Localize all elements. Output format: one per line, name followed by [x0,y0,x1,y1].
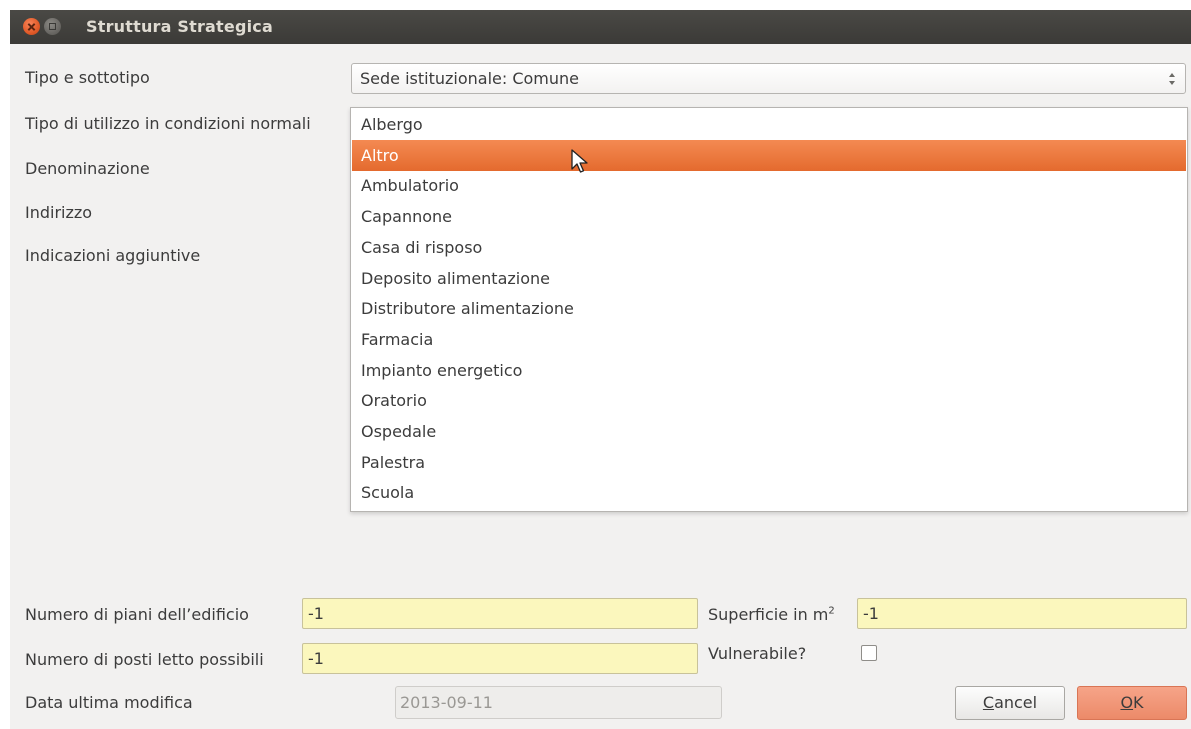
tipo-label: Tipo e sottotipo [25,68,150,87]
indirizzo-label: Indirizzo [25,203,93,222]
dropdown-option[interactable]: Altro [352,139,1186,171]
data-ultima-modifica-field: 2013-09-11 [395,686,722,719]
updown-arrows-icon [1167,71,1177,87]
indicazioni-label: Indicazioni aggiuntive [25,246,201,265]
dropdown-option[interactable]: Ospedale [352,416,1186,447]
denominazione-label: Denominazione [25,159,150,178]
dropdown-option[interactable]: Ambulatorio [352,170,1186,201]
dropdown-option[interactable]: Impianto energetico [352,355,1186,386]
dropdown-option[interactable]: Oratorio [352,385,1186,416]
dropdown-option[interactable]: Scuola [352,477,1186,508]
dropdown-option[interactable]: Palestra [352,447,1186,478]
minimize-icon[interactable] [44,18,61,35]
dropdown-option[interactable]: Deposito alimentazione [352,263,1186,294]
utilizzo-label: Tipo di utilizzo in condizioni normali [25,114,311,133]
data-value: 2013-09-11 [400,693,493,712]
piani-value: -1 [308,604,324,623]
posti-input[interactable]: -1 [302,643,698,674]
ok-button[interactable]: OK [1077,686,1187,720]
superficie-value: -1 [863,604,879,623]
vulnerabile-checkbox[interactable] [861,645,877,661]
vulnerabile-label: Vulnerabile? [708,644,807,663]
dropdown-option[interactable]: Casa di risposo [352,232,1186,263]
dropdown-option[interactable]: Distributore alimentazione [352,293,1186,324]
cancel-button[interactable]: Cancel [955,686,1065,720]
dropdown-option[interactable]: Capannone [352,201,1186,232]
dropdown-option[interactable]: Farmacia [352,324,1186,355]
data-label: Data ultima modifica [25,693,193,712]
superficie-input[interactable]: -1 [857,598,1187,629]
mouse-cursor-icon [571,149,588,173]
posti-value: -1 [308,649,324,668]
tipo-combobox-value: Sede istituzionale: Comune [360,69,580,88]
piani-label: Numero di piani dell’edificio [25,605,249,624]
tipo-combobox[interactable]: Sede istituzionale: Comune [351,63,1186,94]
close-icon[interactable] [23,18,40,35]
utilizzo-dropdown-list[interactable]: Albergo Altro Ambulatorio Capannone Casa di … [350,107,1188,512]
title-bar: Struttura Strategica [10,10,1191,44]
piani-input[interactable]: -1 [302,598,698,629]
posti-label: Numero di posti letto possibili [25,650,264,669]
window-title: Struttura Strategica [86,17,273,36]
superficie-label: Superficie in m2 [708,605,835,624]
dropdown-option[interactable]: Albergo [352,109,1186,140]
